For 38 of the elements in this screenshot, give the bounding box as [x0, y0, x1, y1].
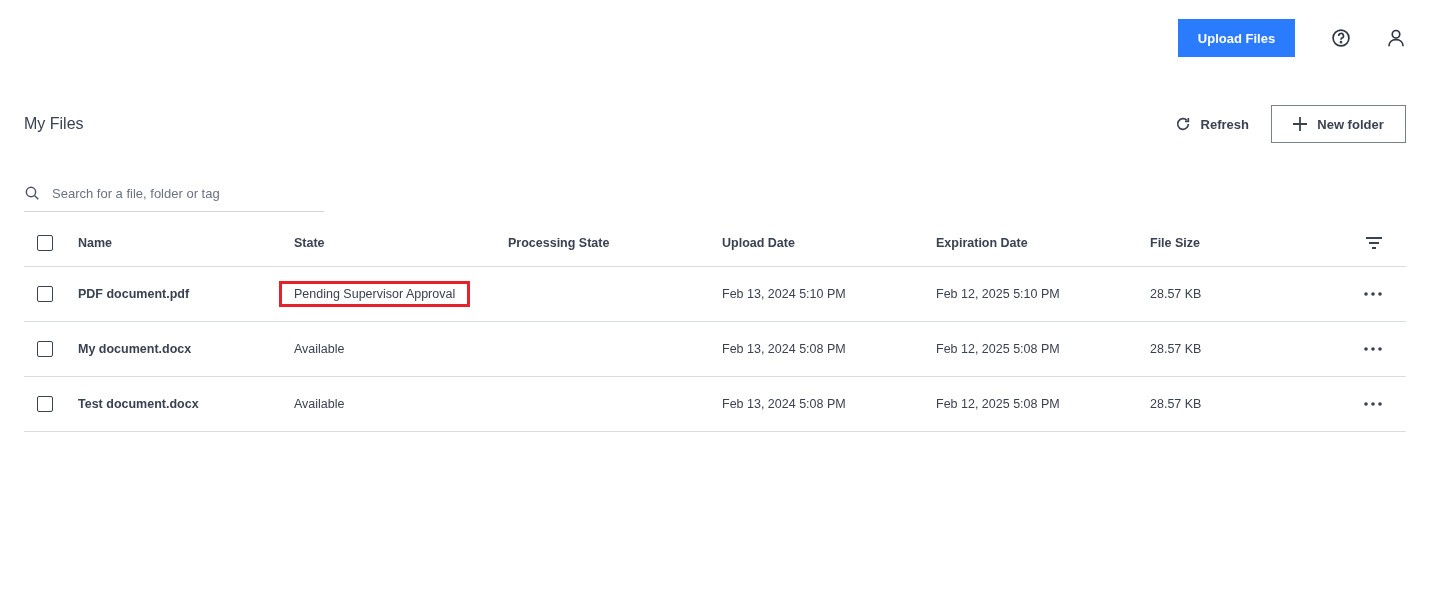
refresh-button[interactable]: Refresh — [1174, 116, 1249, 132]
state-cell: Available — [294, 342, 345, 356]
column-header: Upload Date — [722, 236, 796, 250]
expiration-date-cell: Feb 12, 2025 5:08 PM — [936, 342, 1060, 356]
checkbox[interactable] — [37, 286, 53, 302]
file-name[interactable]: PDF document.pdf — [78, 287, 190, 301]
expiration-date-cell: Feb 12, 2025 5:08 PM — [936, 397, 1060, 411]
more-options-icon[interactable] — [1364, 292, 1382, 296]
help-icon[interactable] — [1331, 28, 1351, 48]
page-title: My Files — [24, 115, 84, 133]
column-header: Expiration Date — [936, 236, 1029, 250]
upload-date-cell: Feb 13, 2024 5:08 PM — [722, 397, 846, 411]
user-icon[interactable] — [1386, 28, 1406, 48]
more-options-icon[interactable] — [1364, 402, 1382, 406]
expiration-date-cell: Feb 12, 2025 5:10 PM — [936, 287, 1060, 301]
file-name[interactable]: Test document.docx — [78, 397, 199, 411]
upload-files-button[interactable]: Upload Files — [1178, 19, 1295, 57]
refresh-icon — [1174, 116, 1191, 132]
checkbox[interactable] — [37, 235, 53, 251]
upload-date-cell: Feb 13, 2024 5:10 PM — [722, 287, 846, 301]
file-size-cell: 28.57 KB — [1150, 342, 1202, 356]
new-folder-button[interactable]: New folder — [1271, 105, 1406, 143]
checkbox[interactable] — [37, 341, 53, 357]
column-header: State — [294, 236, 326, 250]
file-name[interactable]: My document.docx — [78, 342, 192, 356]
state-cell: Pending Supervisor Approval — [279, 281, 471, 307]
more-options-icon[interactable] — [1364, 347, 1382, 351]
state-cell: Available — [294, 397, 345, 411]
file-size-cell: 28.57 KB — [1150, 287, 1202, 301]
plus-icon — [1293, 117, 1308, 131]
column-header: Name — [78, 236, 114, 250]
search-icon — [24, 185, 40, 201]
filter-icon[interactable] — [1366, 237, 1382, 249]
column-header: File Size — [1150, 236, 1202, 250]
upload-date-cell: Feb 13, 2024 5:08 PM — [722, 342, 846, 356]
column-header: Processing State — [508, 236, 611, 250]
checkbox[interactable] — [37, 396, 53, 412]
file-size-cell: 28.57 KB — [1150, 397, 1202, 411]
